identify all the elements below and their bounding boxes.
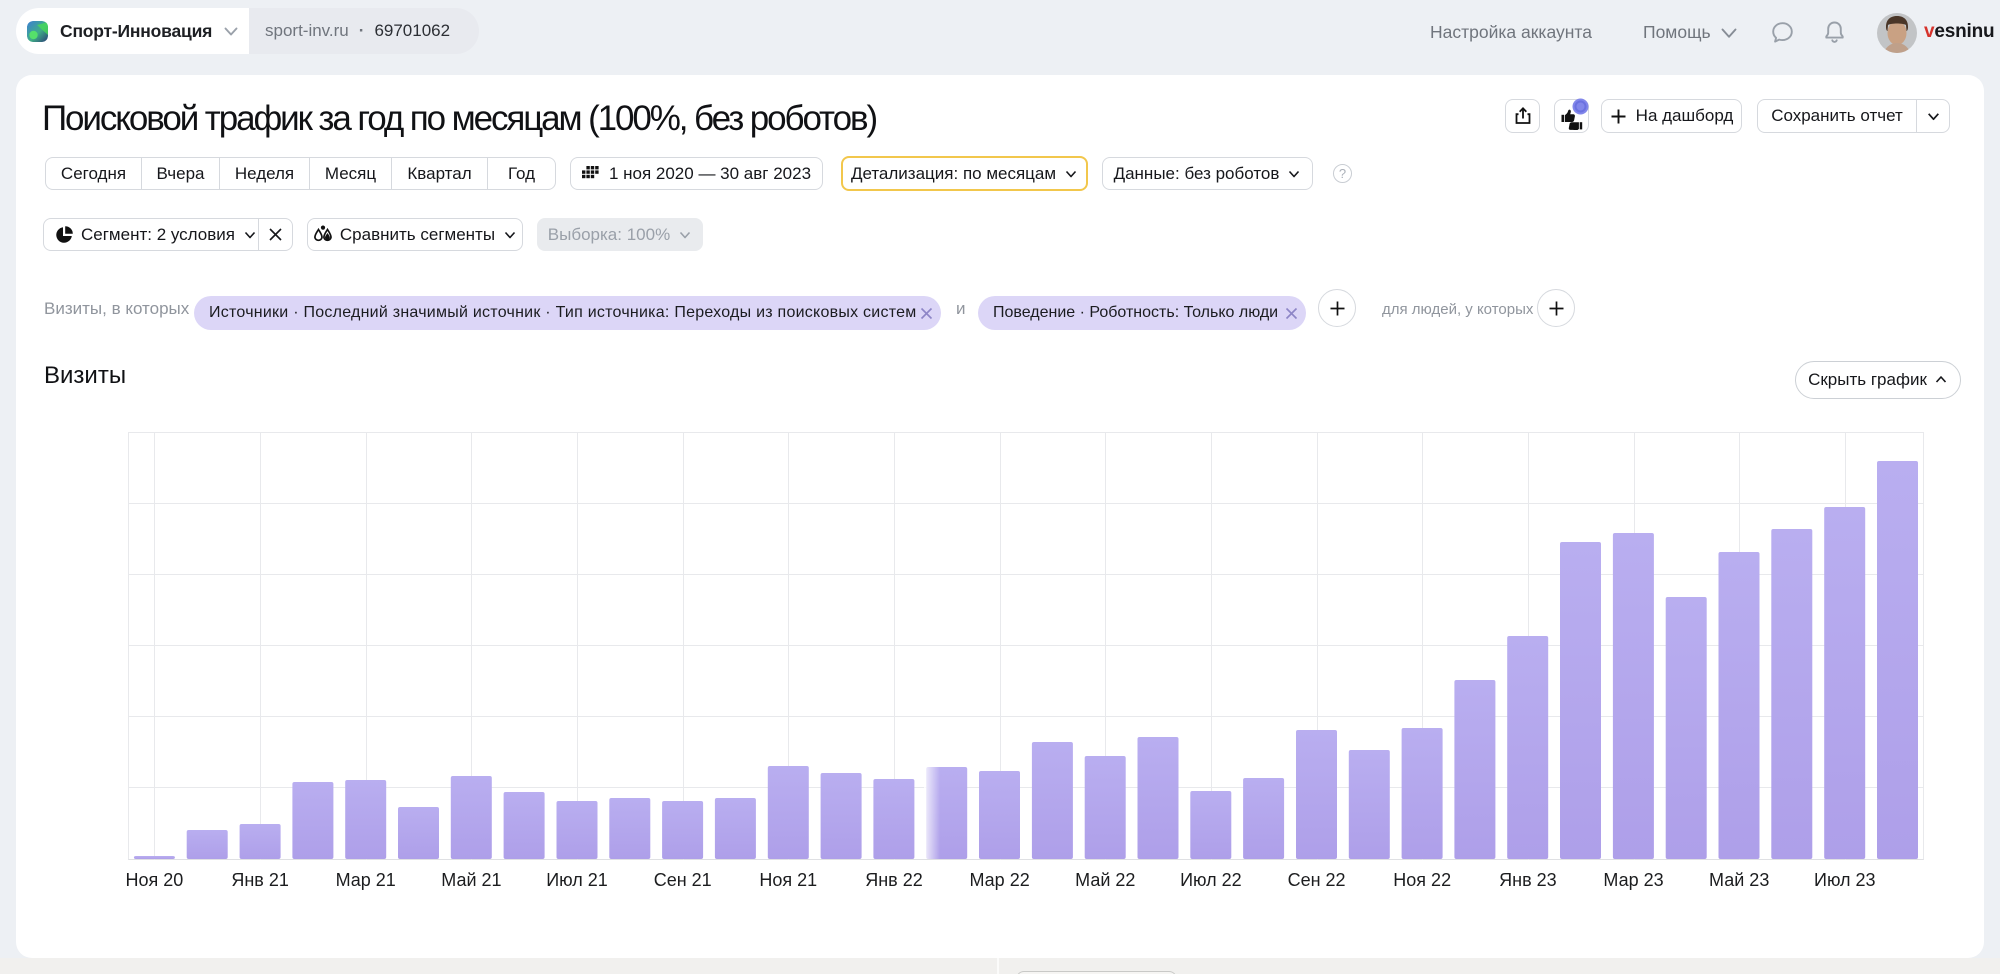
svg-text:Мар 23: Мар 23 <box>1603 870 1663 890</box>
svg-text:Ноя 22: Ноя 22 <box>1393 870 1451 890</box>
svg-text:Янв 22: Янв 22 <box>865 870 923 890</box>
svg-text:Ноя 20: Ноя 20 <box>126 870 184 890</box>
svg-text:Май 21: Май 21 <box>441 870 501 890</box>
svg-text:Сен 21: Сен 21 <box>654 870 712 890</box>
svg-text:Мар 21: Мар 21 <box>336 870 396 890</box>
svg-text:Ноя 21: Ноя 21 <box>759 870 817 890</box>
svg-text:Май 23: Май 23 <box>1709 870 1769 890</box>
svg-text:Янв 23: Янв 23 <box>1499 870 1557 890</box>
svg-text:Июл 21: Июл 21 <box>546 870 608 890</box>
svg-text:Май 22: Май 22 <box>1075 870 1135 890</box>
svg-text:Июл 23: Июл 23 <box>1814 870 1876 890</box>
svg-text:Июл 22: Июл 22 <box>1180 870 1242 890</box>
svg-text:Сен 22: Сен 22 <box>1288 870 1346 890</box>
svg-text:Мар 22: Мар 22 <box>969 870 1029 890</box>
svg-text:Янв 21: Янв 21 <box>231 870 289 890</box>
